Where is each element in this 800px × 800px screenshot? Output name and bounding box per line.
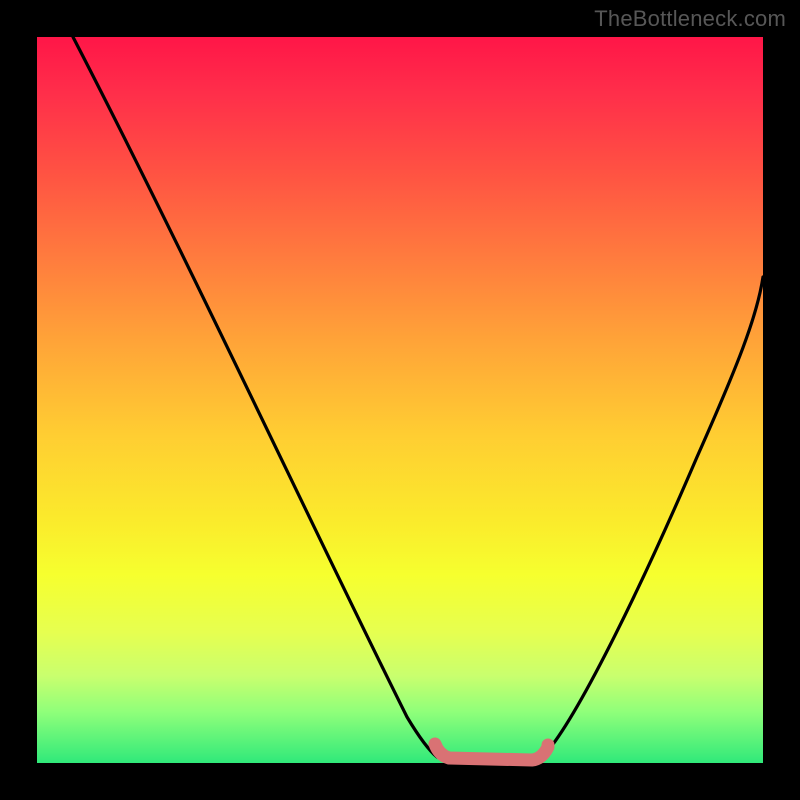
right-curve bbox=[546, 277, 763, 753]
chart-frame: TheBottleneck.com bbox=[0, 0, 800, 800]
bottom-band-end-dot bbox=[542, 739, 555, 752]
bottom-band bbox=[435, 744, 548, 760]
curve-layer bbox=[37, 37, 763, 763]
left-curve bbox=[73, 37, 437, 757]
watermark-label: TheBottleneck.com bbox=[594, 6, 786, 32]
